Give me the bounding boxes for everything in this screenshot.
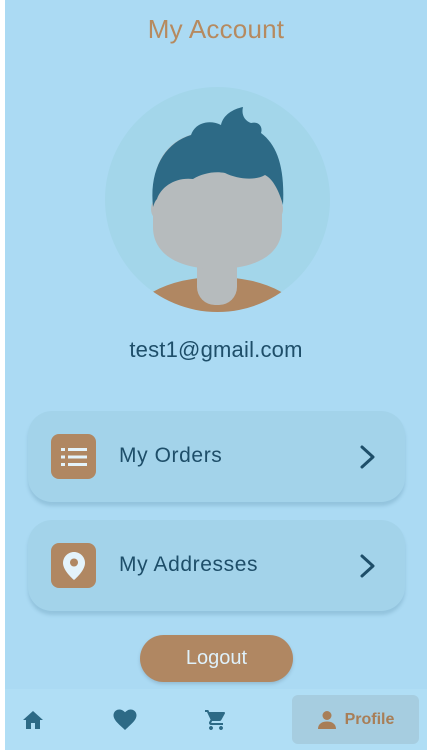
list-icon	[51, 434, 96, 479]
chevron-right-icon	[360, 445, 375, 469]
heart-icon	[113, 709, 137, 730]
person-icon	[317, 710, 336, 729]
account-screen: My Account test1@gmail.com My Orders My …	[5, 0, 427, 750]
my-addresses-label: My Addresses	[119, 553, 259, 576]
page-title: My Account	[147, 14, 285, 44]
my-orders-button[interactable]: My Orders	[28, 411, 405, 502]
logout-button[interactable]: Logout	[140, 635, 293, 682]
location-pin-icon	[51, 543, 96, 588]
nav-profile[interactable]: Profile	[292, 695, 419, 744]
chevron-right-icon	[360, 554, 375, 578]
user-email: test1@gmail.com	[129, 337, 303, 362]
nav-cart[interactable]	[200, 689, 232, 750]
home-icon	[23, 710, 43, 729]
my-orders-label: My Orders	[119, 444, 223, 467]
user-avatar-icon	[105, 87, 330, 312]
cart-icon	[205, 709, 225, 730]
nav-profile-label: Profile	[344, 710, 395, 728]
my-addresses-button[interactable]: My Addresses	[28, 520, 405, 611]
bottom-navigation: Profile	[5, 689, 427, 750]
nav-favorites[interactable]	[109, 689, 141, 750]
nav-home[interactable]	[17, 689, 49, 750]
